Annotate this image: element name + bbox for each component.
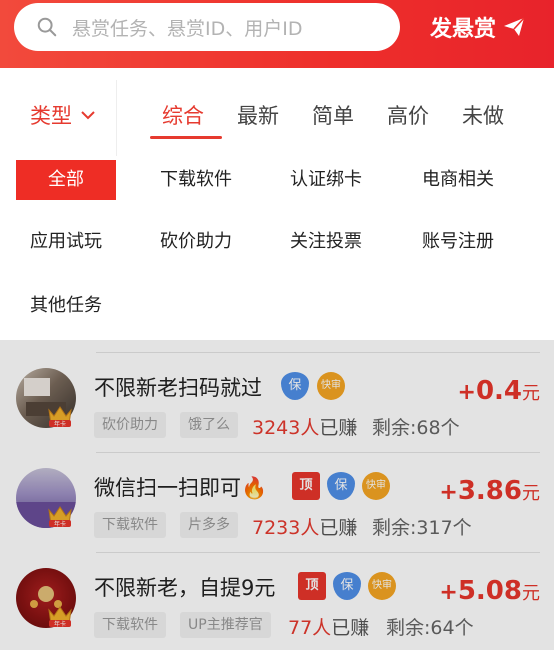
task-tag: 饿了么 [180,412,238,438]
top-header: 悬赏任务、悬赏ID、用户ID 发悬赏 [0,0,554,68]
category-follow-vote[interactable]: 关注投票 [290,222,390,262]
remaining-count: 剩余:64个 [386,617,474,639]
tab-simple[interactable]: 简单 [312,100,354,130]
task-item[interactable]: 年卡 不限新老，自提9元 顶 保 快审 +5.08元 下载软件 UP主推荐官 7… [0,558,554,650]
fast-review-badge: 快审 [362,472,390,500]
task-item[interactable]: 年卡 不限新老扫码就过 保 快审 +0.4元 砍价助力 饿了么 3243人已赚 … [0,358,554,458]
tab-high-price[interactable]: 高价 [387,100,429,130]
category-ecommerce[interactable]: 电商相关 [422,160,522,200]
task-price: +5.08元 [439,576,540,606]
pinned-badge: 顶 [298,572,326,600]
type-dropdown[interactable]: 类型 [30,100,96,130]
crown-label: 年卡 [54,620,66,628]
post-bounty-button[interactable]: 发悬赏 [430,8,526,46]
fast-review-badge: 快审 [317,372,345,400]
pinned-badge: 顶 [292,472,320,500]
search-input[interactable]: 悬赏任务、悬赏ID、用户ID [14,3,400,51]
guarantee-badge: 保 [327,472,355,500]
divider [96,552,540,553]
task-item[interactable]: 年卡 微信扫一扫即可🔥 顶 保 快审 +3.86元 下载软件 片多多 7233人… [0,458,554,558]
crown-icon: 年卡 [48,506,72,528]
crown-icon: 年卡 [48,606,72,628]
category-verify-card[interactable]: 认证绑卡 [290,160,390,200]
guarantee-badge: 保 [281,372,309,400]
task-tag: 下载软件 [94,612,166,638]
category-download-app[interactable]: 下载软件 [160,160,260,200]
divider [96,352,540,353]
divider [116,80,117,156]
task-tag: 片多多 [180,512,238,538]
crown-label: 年卡 [54,520,66,528]
category-all[interactable]: 全部 [16,160,116,200]
crown-label: 年卡 [54,420,66,428]
search-placeholder: 悬赏任务、悬赏ID、用户ID [72,17,303,40]
fast-review-badge: 快审 [368,572,396,600]
category-other[interactable]: 其他任务 [30,286,130,326]
post-bounty-label: 发悬赏 [430,17,497,42]
task-tag: 砍价助力 [94,412,166,438]
earned-count: 77人已赚 [288,617,370,639]
paper-plane-icon [504,17,525,36]
chevron-down-icon [81,111,95,120]
task-title: 不限新老，自提9元 [94,576,276,600]
active-tab-indicator [150,136,222,139]
remaining-count: 剩余:68个 [372,417,460,439]
search-icon [37,17,57,37]
task-title: 不限新老扫码就过 [94,376,262,400]
category-account-register[interactable]: 账号注册 [422,222,522,262]
task-tag: UP主推荐官 [180,612,271,638]
category-panel: 全部 下载软件 认证绑卡 电商相关 应用试玩 砍价助力 关注投票 账号注册 其他… [0,156,554,340]
tab-newest[interactable]: 最新 [237,100,279,130]
task-list: 年卡 不限新老扫码就过 保 快审 +0.4元 砍价助力 饿了么 3243人已赚 … [0,340,554,650]
task-price: +3.86元 [439,476,540,506]
earned-count: 3243人已赚 [252,417,358,439]
category-app-trial[interactable]: 应用试玩 [30,222,130,262]
guarantee-badge: 保 [333,572,361,600]
type-label: 类型 [30,104,72,128]
task-title: 微信扫一扫即可🔥 [94,476,268,500]
tab-comprehensive[interactable]: 综合 [162,100,204,130]
crown-icon: 年卡 [48,406,72,428]
tab-not-done[interactable]: 未做 [462,100,504,130]
task-price: +0.4元 [457,376,541,406]
remaining-count: 剩余:317个 [372,517,472,539]
filter-bar: 类型 综合 最新 简单 高价 未做 [0,68,554,156]
category-bargain-help[interactable]: 砍价助力 [160,222,260,262]
divider [96,452,540,453]
earned-count: 7233人已赚 [252,517,358,539]
task-tag: 下载软件 [94,512,166,538]
